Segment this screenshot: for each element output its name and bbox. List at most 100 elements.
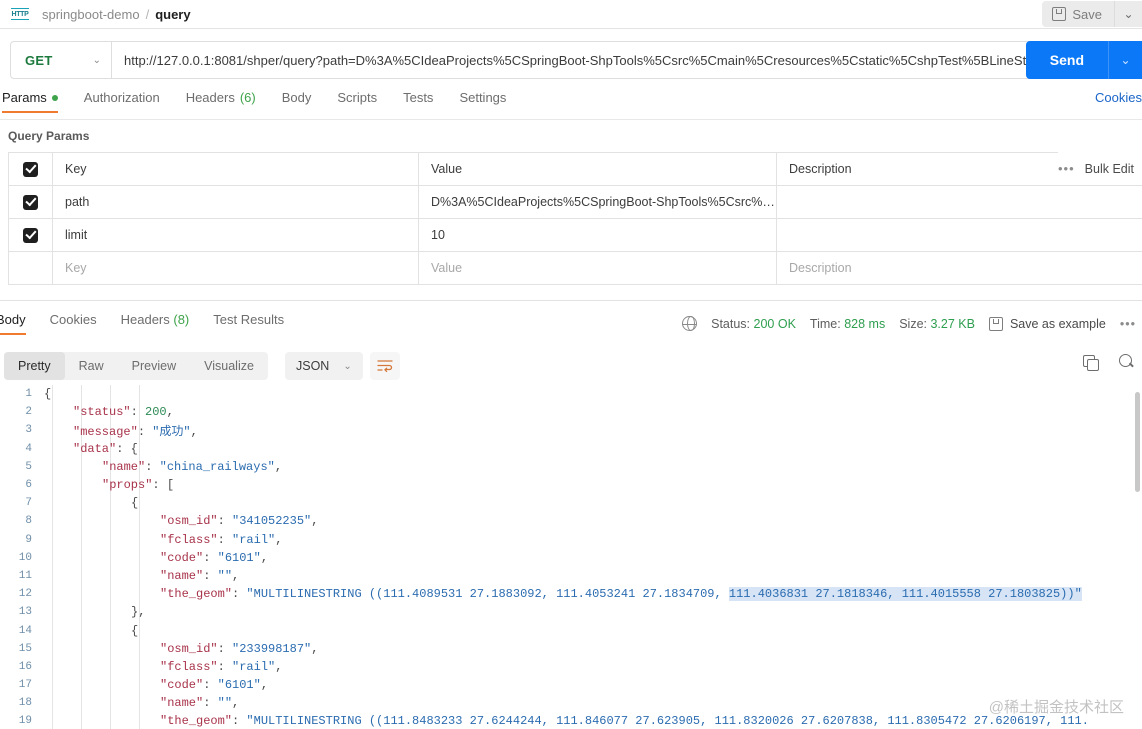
- empty-row-description-placeholder: Description: [789, 261, 852, 275]
- globe-icon: [681, 315, 698, 332]
- http-method-select[interactable]: GET ⌄: [10, 41, 112, 79]
- send-button[interactable]: Send: [1025, 41, 1108, 79]
- code-line-content: "osm_id": "341052235",: [160, 514, 319, 529]
- time-value: 828 ms: [844, 316, 886, 331]
- wrap-lines-button[interactable]: [370, 352, 400, 380]
- query-params-title: Query Params: [8, 129, 90, 143]
- response-tab-cookies[interactable]: Cookies: [50, 312, 97, 335]
- response-tab-body[interactable]: Body: [0, 312, 26, 335]
- code-line-content: "name": "",: [160, 568, 240, 583]
- response-tab-body-label: Body: [0, 312, 26, 327]
- row-key-value: path: [65, 195, 90, 209]
- save-as-example-label: Save as example: [1009, 316, 1106, 331]
- code-line: 6 "props": [: [0, 476, 1142, 494]
- code-line: 9 "fclass": "rail",: [0, 531, 1142, 549]
- response-more-options-icon[interactable]: •••: [1120, 317, 1136, 331]
- code-line-content: {: [131, 496, 139, 511]
- code-line: 4 "data": {: [0, 440, 1142, 458]
- http-protocol-icon: HTTP: [10, 6, 30, 22]
- copy-icon[interactable]: [1083, 354, 1099, 371]
- save-button[interactable]: Save: [1042, 1, 1114, 27]
- row-checkbox-cell[interactable]: [9, 219, 53, 251]
- floppy-disk-icon: [1052, 7, 1067, 21]
- postman-request-window: HTTP springboot-demo / query Save ⌄ GET …: [0, 0, 1142, 729]
- tab-settings[interactable]: Settings: [459, 90, 506, 113]
- url-input-value: http://127.0.0.1:8081/shper/query?path=D…: [124, 52, 1065, 68]
- save-as-example-button[interactable]: Save as example: [988, 316, 1106, 331]
- response-language-select[interactable]: JSON ⌄: [285, 352, 363, 380]
- response-tab-headers[interactable]: Headers (8): [121, 312, 190, 335]
- line-number: 17: [18, 679, 32, 692]
- view-mode-visualize[interactable]: Visualize: [190, 352, 268, 380]
- empty-row-key-cell[interactable]: Key: [53, 252, 419, 284]
- line-number: 6: [25, 479, 32, 492]
- line-number: 1: [25, 388, 32, 401]
- table-more-options-icon[interactable]: •••: [1058, 161, 1075, 176]
- save-dropdown-caret[interactable]: ⌄: [1114, 1, 1142, 27]
- line-number: 3: [25, 424, 32, 437]
- send-dropdown-caret[interactable]: ⌄: [1108, 41, 1142, 79]
- tab-authorization-label: Authorization: [83, 90, 160, 105]
- code-line: 19 "the_geom": "MULTILINESTRING ((111.848…: [0, 712, 1142, 729]
- bulk-edit-button[interactable]: Bulk Edit: [1085, 162, 1134, 176]
- table-empty-row: Key Value Description: [9, 252, 1142, 285]
- empty-row-checkbox-cell[interactable]: [9, 252, 53, 284]
- line-number: 15: [18, 642, 32, 655]
- tab-params[interactable]: Params: [2, 90, 58, 113]
- time-metric: Time: 828 ms: [810, 317, 885, 331]
- line-number: 2: [25, 406, 32, 419]
- table-actions: ••• Bulk Edit: [1058, 152, 1142, 185]
- breadcrumb-request-name[interactable]: query: [155, 7, 190, 22]
- view-mode-preview[interactable]: Preview: [118, 352, 190, 380]
- empty-row-description-cell[interactable]: Description: [777, 252, 1142, 284]
- row-value-cell[interactable]: D%3A%5CIdeaProjects%5CSpringBoot-ShpTool…: [419, 186, 777, 218]
- time-label: Time:: [809, 316, 841, 331]
- tab-body[interactable]: Body: [282, 90, 312, 113]
- response-format-toolbar: Pretty Raw Preview Visualize JSON ⌄: [0, 352, 1142, 382]
- code-line: 18 "name": "",: [0, 694, 1142, 712]
- http-method-label: GET: [25, 52, 53, 68]
- tab-tests[interactable]: Tests: [403, 90, 433, 113]
- status-metric: Status: 200 OK: [711, 317, 796, 331]
- code-line-content: "name": "",: [160, 696, 240, 711]
- code-line: 12 "the_geom": "MULTILINESTRING ((111.408…: [0, 585, 1142, 603]
- code-line: 13},: [0, 603, 1142, 621]
- row-description-cell[interactable]: [777, 186, 1142, 218]
- response-pane-divider: [0, 300, 1142, 301]
- empty-row-key-placeholder: Key: [65, 261, 87, 275]
- tab-authorization[interactable]: Authorization: [84, 90, 160, 113]
- row-checkbox-cell[interactable]: [9, 186, 53, 218]
- code-line-content: "fclass": "rail",: [160, 659, 283, 674]
- row-description-cell[interactable]: [777, 219, 1142, 251]
- row-key-cell[interactable]: path: [53, 186, 419, 218]
- topbar-divider: [0, 28, 1142, 29]
- row-value-cell[interactable]: 10: [419, 219, 777, 251]
- code-line: 17 "code": "6101",: [0, 676, 1142, 694]
- row-checkbox[interactable]: [23, 194, 38, 210]
- search-icon[interactable]: [1119, 354, 1134, 369]
- response-tab-test-results[interactable]: Test Results: [213, 312, 284, 335]
- row-value-value: 10: [431, 228, 445, 242]
- line-number: 12: [18, 588, 32, 601]
- header-value-label: Value: [431, 162, 463, 176]
- row-checkbox[interactable]: [23, 227, 38, 243]
- breadcrumb-collection[interactable]: springboot-demo: [42, 7, 140, 22]
- code-line-content: },: [131, 605, 146, 620]
- header-select-all-cell[interactable]: [9, 153, 53, 185]
- code-line-content: "data": {: [73, 441, 138, 456]
- url-input[interactable]: http://127.0.0.1:8081/shper/query?path=D…: [112, 41, 1134, 79]
- response-body-scrollbar[interactable]: [1135, 392, 1140, 492]
- empty-row-value-cell[interactable]: Value: [419, 252, 777, 284]
- select-all-checkbox[interactable]: [23, 161, 38, 177]
- view-mode-pretty[interactable]: Pretty: [4, 352, 65, 380]
- row-key-cell[interactable]: limit: [53, 219, 419, 251]
- response-body-code[interactable]: 1{2 "status": 200, 3 "message": "成功", 4 "data…: [0, 385, 1142, 729]
- tab-scripts[interactable]: Scripts: [337, 90, 377, 113]
- line-number: 10: [18, 551, 32, 564]
- request-tabs: Params Authorization Headers (6) Body Sc…: [0, 90, 1142, 120]
- cookies-link[interactable]: Cookies: [1095, 90, 1142, 105]
- url-bar: GET ⌄ http://127.0.0.1:8081/shper/query?…: [0, 40, 1142, 80]
- view-mode-raw[interactable]: Raw: [65, 352, 118, 380]
- line-number: 16: [18, 660, 32, 673]
- tab-headers[interactable]: Headers (6): [186, 90, 256, 113]
